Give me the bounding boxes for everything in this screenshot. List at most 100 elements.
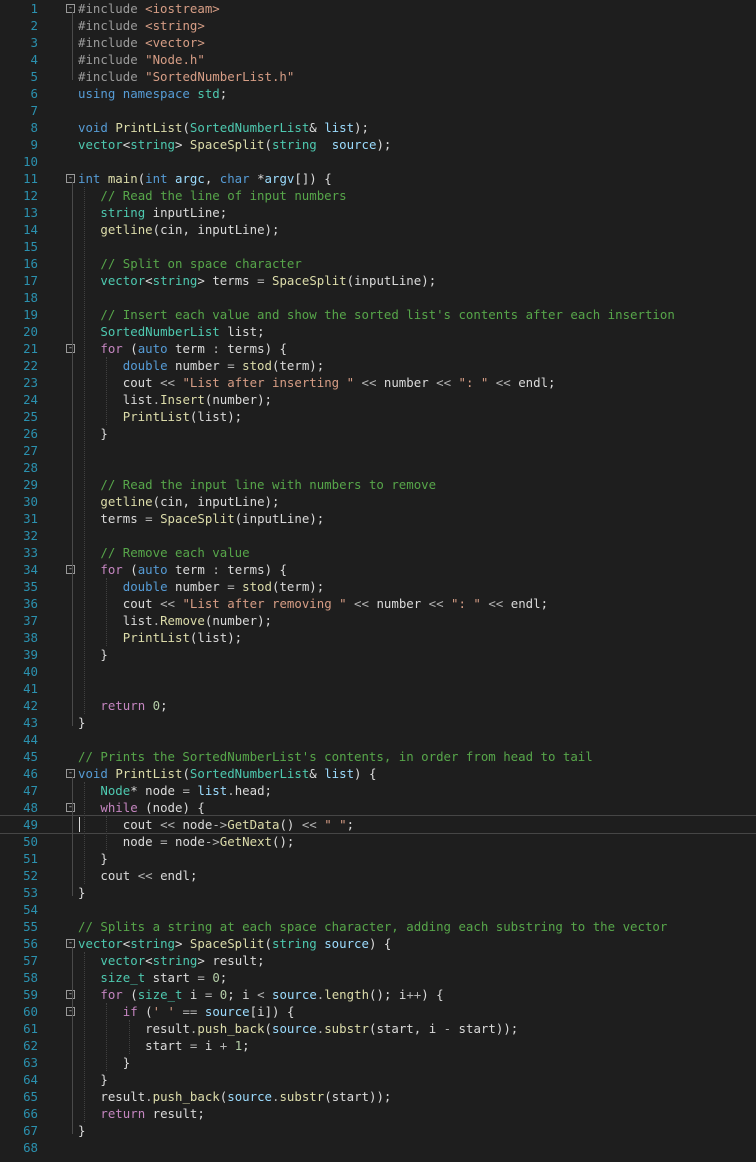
code-line[interactable]: 67} <box>0 1122 756 1139</box>
code-line[interactable]: 42 return 0; <box>0 697 756 714</box>
code-line[interactable]: 37 list.Remove(number); <box>0 612 756 629</box>
code-line[interactable]: 35 double number = stod(term); <box>0 578 756 595</box>
code-line[interactable]: 23 cout << "List after inserting " << nu… <box>0 374 756 391</box>
code-token: // Read the input line with numbers to r… <box>100 477 437 492</box>
code-line[interactable]: 64 } <box>0 1071 756 1088</box>
code-token: . <box>227 783 235 798</box>
code-line[interactable]: 7 <box>0 102 756 119</box>
code-token: number <box>174 579 220 594</box>
code-line[interactable]: 34 - for (auto term : terms) { <box>0 561 756 578</box>
code-line[interactable]: 65 result.push_back(source.substr(start)… <box>0 1088 756 1105</box>
code-line[interactable]: 40 <box>0 663 756 680</box>
code-line[interactable]: 11 - int main(int argc, char *argv[]) { <box>0 170 756 187</box>
code-line[interactable]: 58 size_t start = 0; <box>0 969 756 986</box>
code-line[interactable]: 36 cout << "List after removing " << num… <box>0 595 756 612</box>
code-line[interactable]: 25 PrintList(list); <box>0 408 756 425</box>
code-line[interactable]: 6 using namespace std; <box>0 85 756 102</box>
collapse-icon[interactable]: - <box>66 990 75 999</box>
code-line[interactable]: 33 // Remove each value <box>0 544 756 561</box>
code-line[interactable]: 41 <box>0 680 756 697</box>
collapse-icon[interactable]: - <box>66 1007 75 1016</box>
code-line[interactable]: 62 start = i + 1; <box>0 1037 756 1054</box>
code-token: #include <box>78 1 146 16</box>
code-line[interactable]: 29 // Read the input line with numbers t… <box>0 476 756 493</box>
code-line[interactable]: 66 return result; <box>0 1105 756 1122</box>
code-area[interactable]: 1- #include <iostream> 2 #include <string> 3… <box>0 0 756 1156</box>
code-line[interactable]: 26 } <box>0 425 756 442</box>
code-line[interactable]: 21 - for (auto term : terms) { <box>0 340 756 357</box>
code-line[interactable]: 30 getline(cin, inputLine); <box>0 493 756 510</box>
code-line[interactable]: 24 list.Insert(number); <box>0 391 756 408</box>
code-token: ; <box>540 596 549 611</box>
code-line[interactable]: 57 vector<string> result; <box>0 952 756 969</box>
code-line[interactable]: 32 <box>0 527 756 544</box>
code-line[interactable]: 10 <box>0 153 756 170</box>
code-token: for <box>100 562 131 577</box>
code-line[interactable]: 1 - #include <iostream> <box>0 0 756 17</box>
collapse-icon[interactable]: - <box>66 939 75 948</box>
code-line[interactable]: 19 // Insert each value and show the sor… <box>0 306 756 323</box>
line-number: 11 <box>23 171 38 186</box>
code-line[interactable]: 46 - void PrintList(SortedNumberList& list… <box>0 765 756 782</box>
code-line[interactable]: 16 // Split on space character <box>0 255 756 272</box>
code-line[interactable]: 31 terms = SpaceSplit(inputLine); <box>0 510 756 527</box>
code-line[interactable]: 55 // Splits a string at each space chara… <box>0 918 756 935</box>
collapse-icon[interactable]: - <box>66 803 75 812</box>
code-line[interactable]: 2 #include <string> <box>0 17 756 34</box>
code-token: list <box>227 324 258 339</box>
code-line[interactable]: 53} <box>0 884 756 901</box>
code-line[interactable]: 68 <box>0 1139 756 1156</box>
code-line[interactable]: 51 } <box>0 850 756 867</box>
code-line[interactable]: 18 <box>0 289 756 306</box>
code-token: = <box>219 579 243 594</box>
code-line[interactable]: 56 - vector<string> SpaceSplit(string sour… <box>0 935 756 952</box>
code-line[interactable]: 13 string inputLine; <box>0 204 756 221</box>
code-token: = <box>249 273 273 288</box>
code-text: using namespace std; <box>78 85 227 102</box>
code-line[interactable]: 27 <box>0 442 756 459</box>
code-line[interactable]: 17 vector<string> terms = SpaceSplit(inp… <box>0 272 756 289</box>
code-line[interactable]: 8 void PrintList(SortedNumberList& list); <box>0 119 756 136</box>
code-token: "Node.h" <box>145 52 205 67</box>
code-line[interactable]: 54 <box>0 901 756 918</box>
code-line[interactable]: 4 #include "Node.h" <box>0 51 756 68</box>
code-line[interactable]: 60 - if (' ' == source[i]) { <box>0 1003 756 1020</box>
code-token: string <box>152 273 198 288</box>
code-line[interactable]: 38 PrintList(list); <box>0 629 756 646</box>
code-line[interactable]: 9 vector<string> SpaceSplit(string source… <box>0 136 756 153</box>
code-line[interactable]: 43} <box>0 714 756 731</box>
code-line[interactable]: 61 result.push_back(source.substr(start,… <box>0 1020 756 1037</box>
code-token: number <box>376 596 422 611</box>
code-token: ); <box>309 579 325 594</box>
code-line[interactable]: 3 #include <vector> <box>0 34 756 51</box>
collapse-icon[interactable]: - <box>66 565 75 574</box>
code-line[interactable]: 20 SortedNumberList list; <box>0 323 756 340</box>
code-line[interactable]: 45 // Prints the SortedNumberList's conte… <box>0 748 756 765</box>
code-line[interactable]: 14 getline(cin, inputLine); <box>0 221 756 238</box>
collapse-icon[interactable]: - <box>66 344 75 353</box>
code-line[interactable]: 15 <box>0 238 756 255</box>
code-line[interactable]: 12 // Read the line of input numbers <box>0 187 756 204</box>
code-line[interactable]: 22 double number = stod(term); <box>0 357 756 374</box>
code-line[interactable]: 28 <box>0 459 756 476</box>
collapse-icon[interactable]: - <box>66 4 75 13</box>
code-line[interactable]: 47 Node* node = list.head; <box>0 782 756 799</box>
code-line[interactable]: 5 #include "SortedNumberList.h" <box>0 68 756 85</box>
code-line[interactable]: 59- for (size_t i = 0; i < source.length… <box>0 986 756 1003</box>
code-token: list <box>197 409 228 424</box>
code-line[interactable]: 63 } <box>0 1054 756 1071</box>
code-line[interactable]: 44 <box>0 731 756 748</box>
code-line-current[interactable]: 49 cout << node->GetData() << " "; <box>0 815 756 834</box>
code-token: for <box>100 341 131 356</box>
code-line[interactable]: 52 cout << endl; <box>0 867 756 884</box>
code-line[interactable]: 50 node = node->GetNext(); <box>0 833 756 850</box>
collapse-icon[interactable]: - <box>66 174 75 183</box>
code-token: 0 <box>212 970 220 985</box>
code-token: result <box>212 953 258 968</box>
code-line[interactable]: 48 - while (node) { <box>0 799 756 816</box>
code-editor[interactable]: 1- #include <iostream> 2 #include <string> 3… <box>0 0 756 1162</box>
collapse-icon[interactable]: - <box>66 769 75 778</box>
code-line[interactable]: 39 } <box>0 646 756 663</box>
indent-guide <box>106 357 107 425</box>
